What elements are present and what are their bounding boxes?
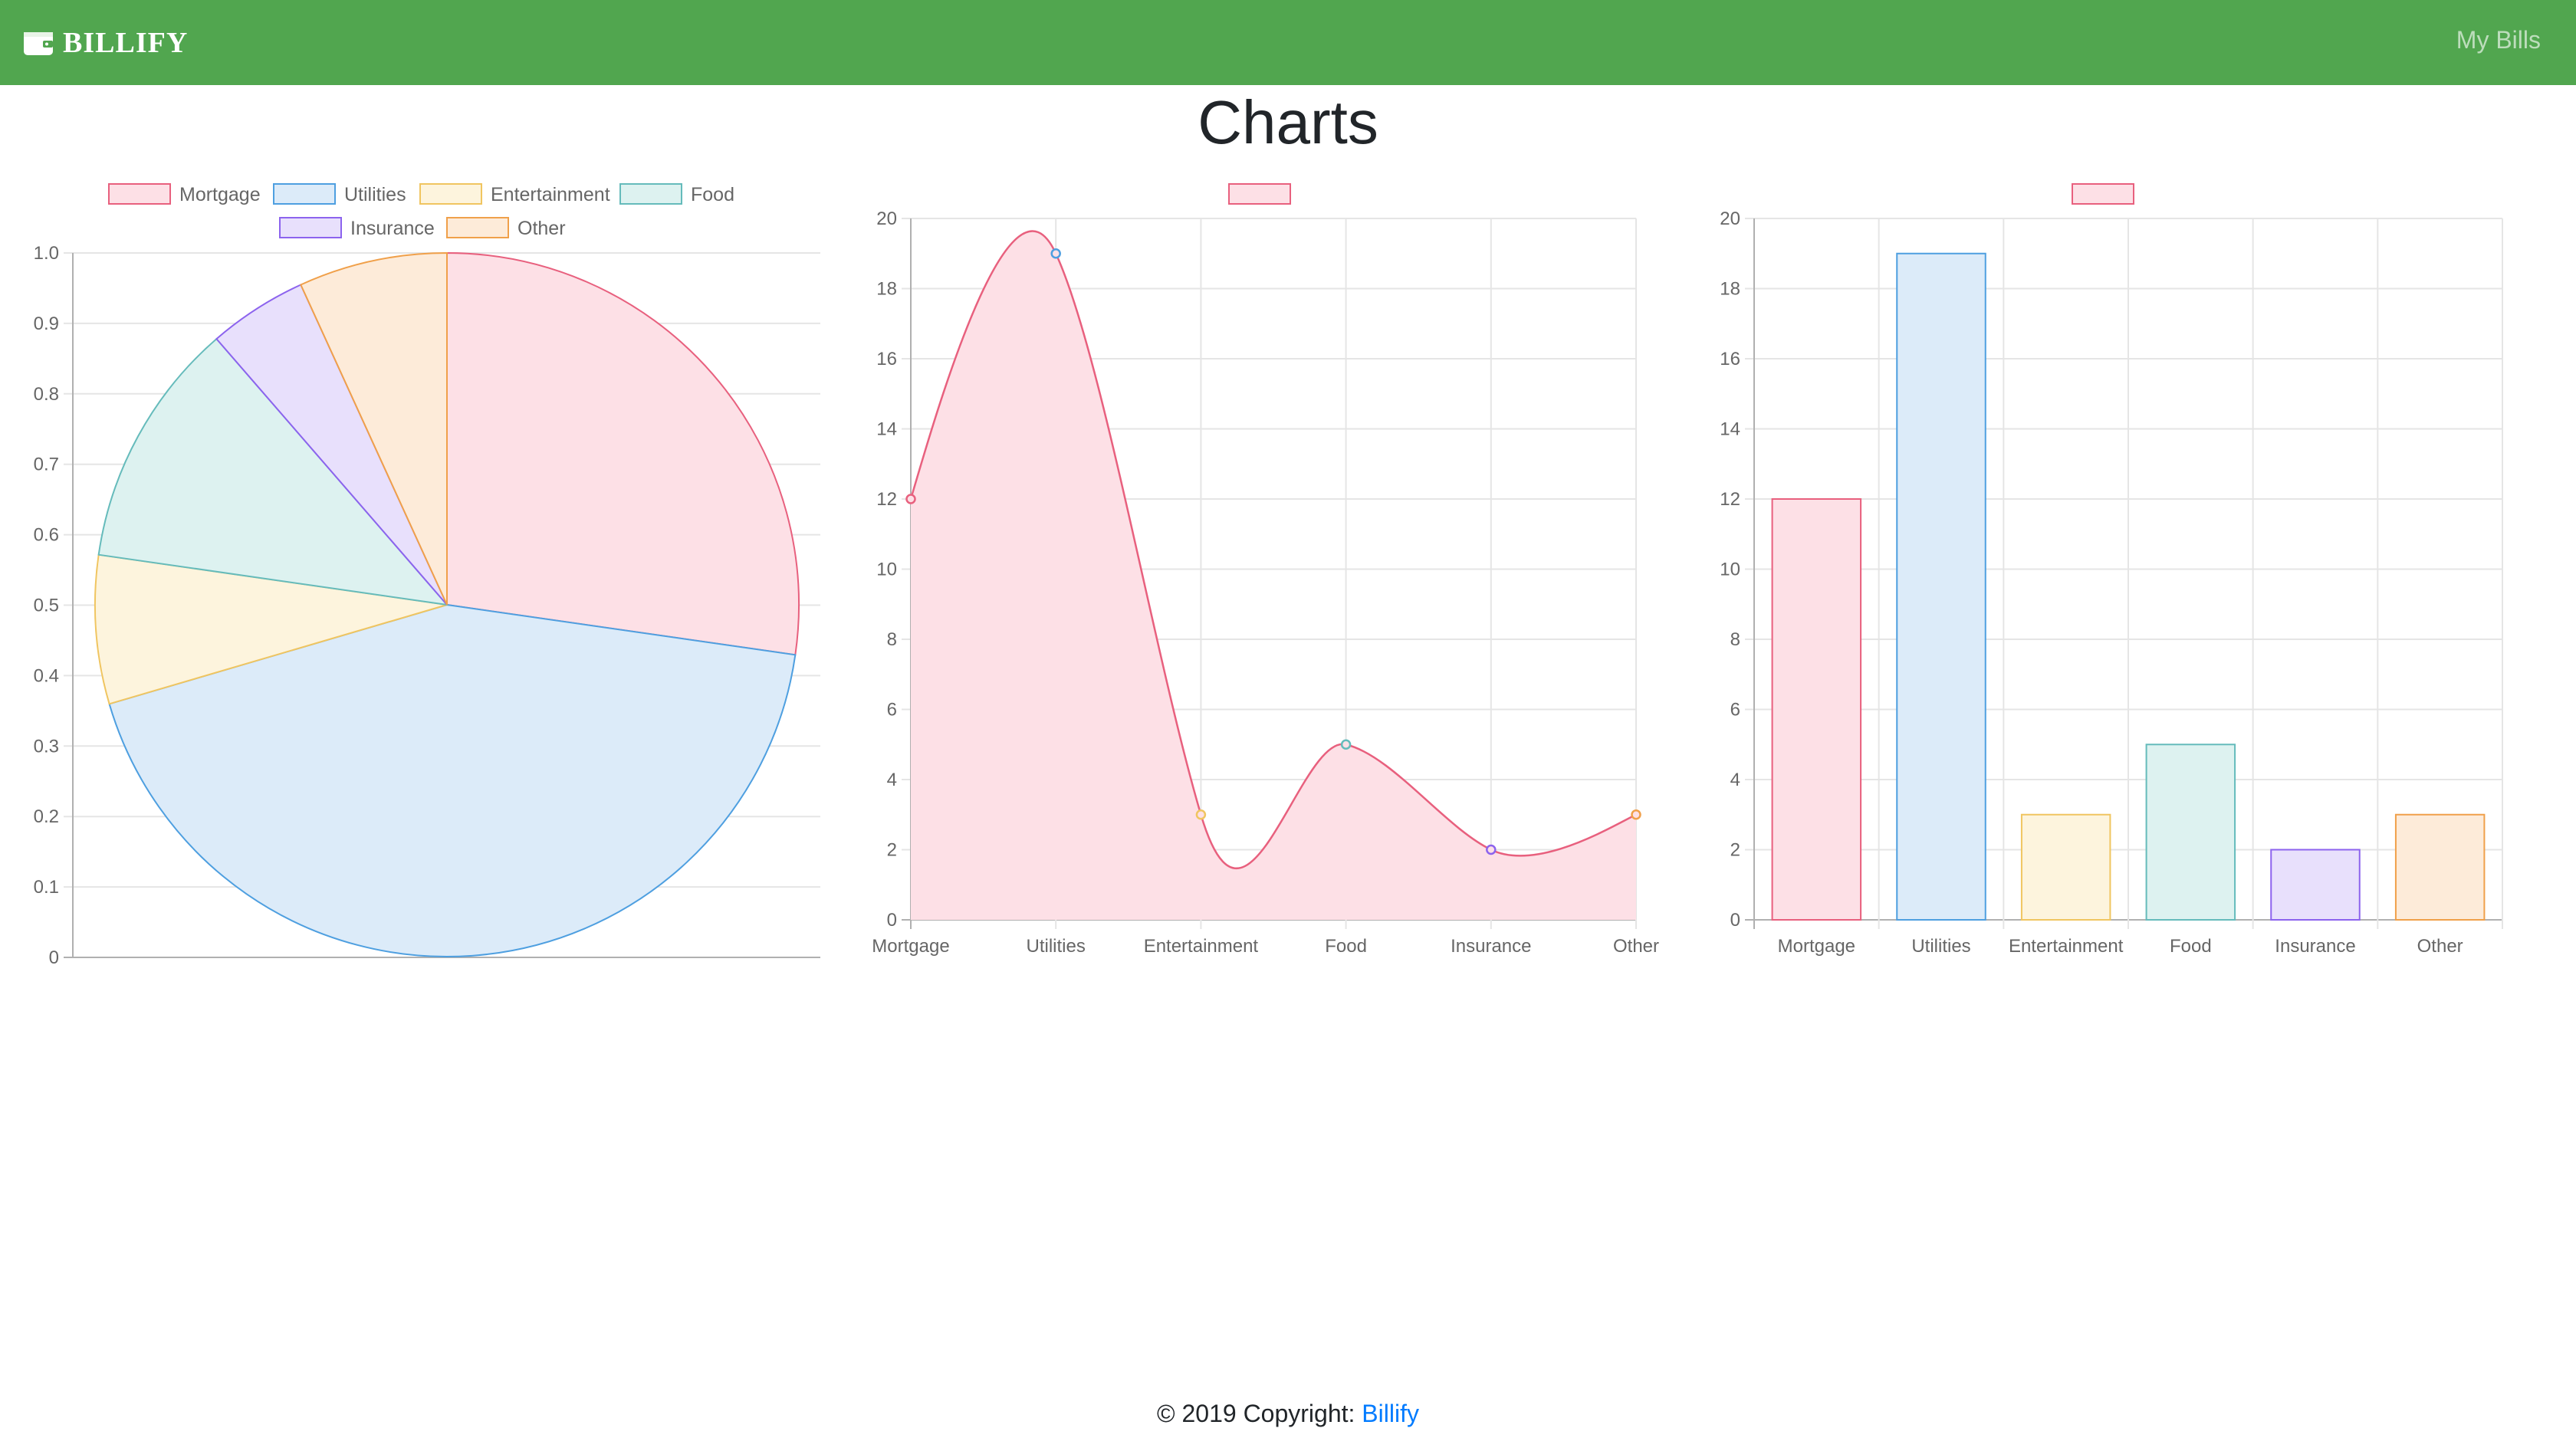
y-tick-label: 18 [1720,279,1740,300]
x-tick-label-food: Food [2170,936,2212,957]
x-tick-label-insurance: Insurance [2275,936,2355,957]
x-tick-label-utilities: Utilities [1911,936,1970,957]
y-tick-label: 14 [1720,419,1740,440]
bar-mortgage [1771,498,1862,921]
y-tick-label: 4 [1730,770,1740,790]
y-tick-label: 6 [1730,700,1740,721]
y-tick-label: 8 [1730,629,1740,650]
y-tick-label: 10 [1720,560,1740,580]
bar-other [2394,813,2486,921]
footer-copyright: © 2019 Copyright: [1157,1400,1362,1427]
bar-utilities [1896,252,1986,921]
legend-swatch [2072,183,2134,205]
bar-chart: 0 2 4 6 8 10 12 14 16 18 20 Mortgage Utilities Entert… [1720,183,2503,957]
bar-food [2145,744,2236,921]
y-tick-label: 12 [1720,489,1740,510]
x-tick-label-mortgage: Mortgage [1778,936,1855,957]
y-tick-label: 16 [1720,349,1740,369]
bar-insurance [2270,849,2361,921]
bar-entertainment [2020,813,2111,921]
y-tick-label: 20 [1720,208,1740,229]
x-tick-label-entertainment: Entertainment [2009,936,2124,957]
y-tick-label: 2 [1730,840,1740,861]
x-tick-label-other: Other [2417,936,2463,957]
footer-billify-link[interactable]: Billify [1362,1400,1419,1427]
footer: © 2019 Copyright: Billify [0,1400,2576,1428]
y-tick-label: 0 [1730,910,1740,931]
